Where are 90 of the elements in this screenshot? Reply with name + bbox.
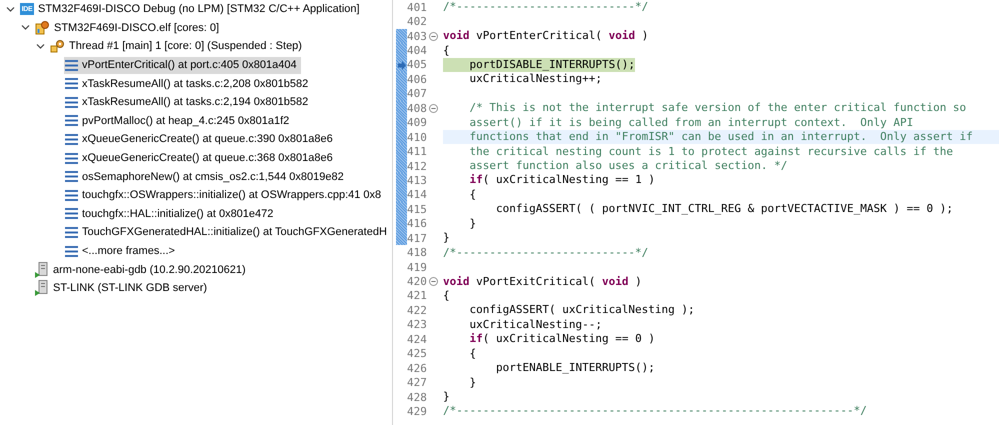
code-line: functions that end in "FromISR" can be used in an interrupt. Only assert if <box>468 130 973 144</box>
code-line: void vPortExitCritical( void ) <box>443 274 642 289</box>
server-process-icon <box>35 262 49 278</box>
tree-item[interactable]: xTaskResumeAll() at tasks.c:2,194 0x801b582 <box>64 94 312 111</box>
line-number: 411 <box>407 145 428 158</box>
tree-item[interactable]: vPortEnterCritical() at port.c:405 0x801a404 <box>64 56 301 74</box>
line-number: 409 <box>407 116 428 130</box>
line-number: 413 <box>407 174 428 187</box>
tree-item[interactable]: ST-LINK (ST-LINK GDB server) <box>34 280 212 297</box>
collapse-icon[interactable] <box>429 32 438 41</box>
code-line: } <box>443 390 450 404</box>
tree-item[interactable]: xQueueGenericCreate() at queue.c:368 0x801a8e6 <box>64 150 337 167</box>
line-number: 401 <box>407 0 428 14</box>
code-line: the critical nesting count is 1 to protect against recursive calls if the <box>468 144 953 159</box>
server-process-icon <box>35 280 49 296</box>
line-number: 407 <box>407 87 428 100</box>
collapse-icon[interactable] <box>429 277 438 286</box>
line-number: 412 <box>407 160 428 173</box>
line-number: 406 <box>407 72 428 86</box>
stack-frame-icon <box>65 246 78 257</box>
code-line: { <box>443 44 450 58</box>
line-number: 418 <box>407 246 428 260</box>
line-number: 429 <box>407 404 428 418</box>
stack-frame-icon <box>65 96 78 108</box>
tree-item[interactable]: osSemaphoreNew() at cmsis_os2.c:1,544 0x8019e82 <box>64 168 348 186</box>
code-line: { <box>468 188 476 202</box>
code-line: assert() if it is being called from an interrupt context. Only API <box>468 116 914 130</box>
tree-item[interactable]: xQueueGenericCreate() at queue.c:390 0x801a8e6 <box>64 130 337 148</box>
code-line: if( uxCriticalNesting == 0 ) <box>468 332 655 346</box>
code-line: { <box>443 288 450 303</box>
line-number: 415 <box>407 202 428 216</box>
code-line: /*---------------------------*/ <box>443 246 648 260</box>
code-line: } <box>468 376 476 390</box>
chevron-icon[interactable] <box>36 42 45 51</box>
stack-frame-icon <box>65 171 78 182</box>
tree-item[interactable]: TouchGFXGeneratedHAL::initialize() at TouchGFXGeneratedH <box>64 224 391 241</box>
gear-app-icon <box>35 20 50 36</box>
code-line: /*------------------------------------------------------------*/ <box>443 404 867 418</box>
tree-item[interactable]: arm-none-eabi-gdb (10.2.90.20210621) <box>34 261 250 278</box>
stack-frame-icon <box>65 152 78 164</box>
line-number: 414 <box>407 188 428 202</box>
chevron-icon[interactable] <box>21 23 30 32</box>
collapse-icon[interactable] <box>429 104 438 113</box>
code-line: } <box>468 216 476 231</box>
code-line: portENABLE_INTERRUPTS(); <box>494 361 655 376</box>
stack-frame-icon <box>65 190 78 201</box>
code-line: { <box>468 346 476 361</box>
chevron-icon[interactable] <box>6 4 15 14</box>
tree-item[interactable]: pvPortMalloc() at heap_4.c:245 0x801a1f2 <box>64 112 294 130</box>
line-number: 402 <box>407 15 428 28</box>
code-line: /*---------------------------*/ <box>443 0 648 14</box>
line-number: 425 <box>407 347 428 360</box>
code-line: configASSERT( uxCriticalNesting ); <box>468 303 695 318</box>
line-number: 427 <box>407 376 428 390</box>
line-number: 422 <box>407 304 428 317</box>
stack-frame-icon <box>65 78 78 90</box>
tree-item[interactable]: Thread #1 [main] 1 [core: 0] (Suspended : Step) <box>49 38 306 55</box>
line-number: 423 <box>407 318 428 332</box>
code-line: uxCriticalNesting--; <box>468 318 602 332</box>
line-number: 420 <box>407 275 428 288</box>
stack-frame-icon <box>65 115 78 126</box>
line-number: 426 <box>407 362 428 375</box>
code-line: void vPortEnterCritical( void ) <box>443 29 648 44</box>
line-number: 416 <box>407 217 428 230</box>
code-line: assert function also uses a critical section. */ <box>468 159 788 174</box>
line-number: 417 <box>407 232 428 245</box>
tree-item[interactable]: <...more frames...> <box>64 242 179 260</box>
tree-item[interactable]: xTaskResumeAll() at tasks.c:2,208 0x801b582 <box>64 75 312 92</box>
line-number: 424 <box>407 332 428 346</box>
line-number: 404 <box>407 44 428 58</box>
tree-item[interactable]: STM32F469I-DISCO.elf [cores: 0] <box>34 19 224 36</box>
code-line: if( uxCriticalNesting == 1 ) <box>468 173 655 188</box>
line-number: 419 <box>407 260 428 274</box>
stack-frame-icon <box>65 208 78 220</box>
code-line: configASSERT( ( portNVIC_INT_CTRL_REG & portVECTACTIVE_MASK ) == 0 ); <box>494 202 953 216</box>
stack-frame-icon <box>65 226 78 238</box>
line-number: 410 <box>407 130 428 144</box>
line-number: 421 <box>407 289 428 302</box>
code-line: uxCriticalNesting++; <box>468 72 602 86</box>
gears-icon <box>50 39 65 54</box>
code-line: } <box>443 231 450 246</box>
stack-frame-icon <box>65 134 78 145</box>
tree-item[interactable]: touchgfx::HAL::initialize() at 0x801e472 <box>64 205 278 222</box>
line-number: 405 <box>407 58 428 72</box>
line-number: 403 <box>407 30 428 43</box>
stack-frame-icon <box>65 60 78 71</box>
code-line: /* This is not the interrupt safe version of the enter critical function so <box>468 101 966 116</box>
line-number: 408 <box>407 102 428 115</box>
tree-item[interactable]: touchgfx::OSWrappers::initialize() at OSWrappers.cpp:41 0x8 <box>64 186 386 204</box>
line-number: 428 <box>407 390 428 404</box>
